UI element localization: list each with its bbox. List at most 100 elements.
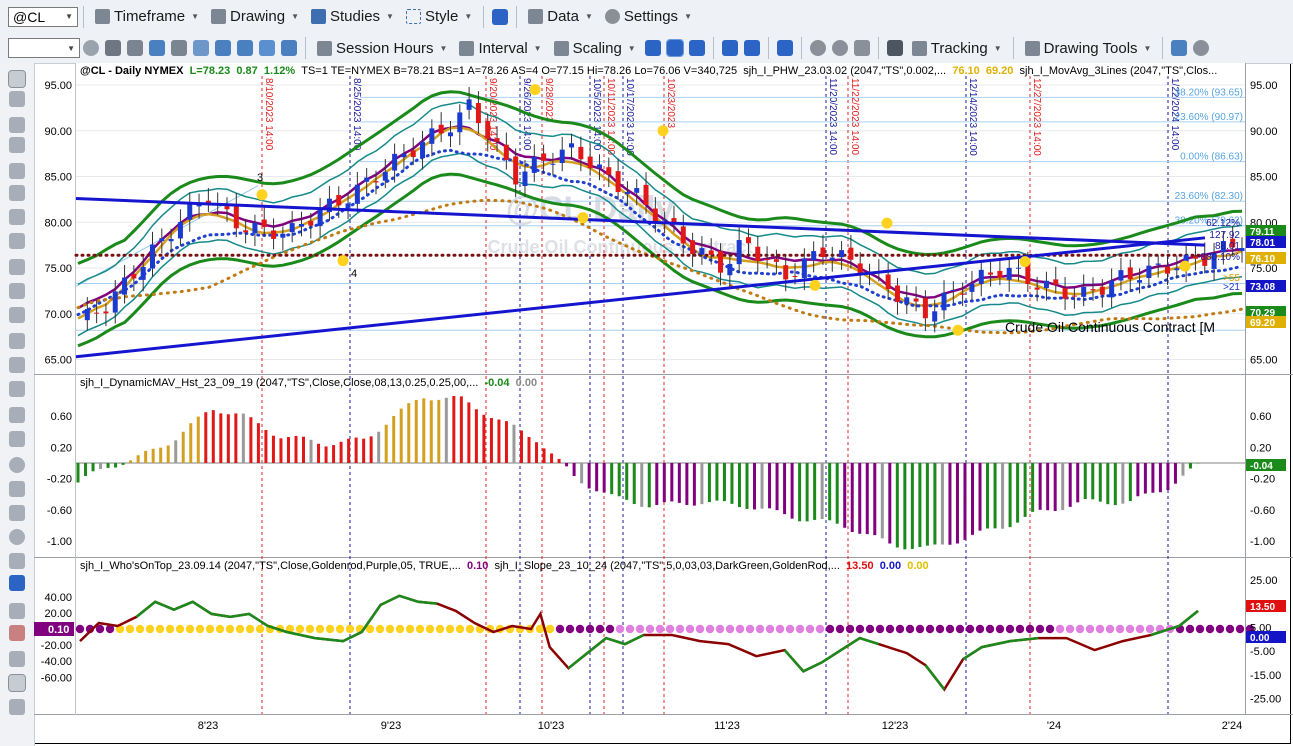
whosontop-dot bbox=[185, 624, 195, 634]
whosontop-dot bbox=[165, 624, 175, 634]
right-study-label: 127.92 bbox=[1209, 230, 1240, 241]
whosontop-dot bbox=[295, 624, 305, 634]
candle-body bbox=[317, 209, 323, 227]
slope-axis-label: -25.00 bbox=[1250, 694, 1281, 706]
whosontop-dot bbox=[1205, 624, 1215, 634]
whosontop-dot bbox=[205, 624, 215, 634]
whosontop-dot bbox=[1035, 624, 1045, 634]
wave-label: 4 bbox=[351, 268, 357, 280]
whosontop-dot bbox=[635, 624, 645, 634]
fib-level-label: 23.60% (82.30) bbox=[1175, 191, 1243, 202]
candle-body bbox=[475, 103, 481, 124]
marker-dot bbox=[256, 189, 268, 201]
study-movavg-label: sjh_I_MovAvg_3Lines (2047,"TS",Clos... bbox=[1019, 65, 1218, 77]
event-label: 10/5/2023 14:00 bbox=[591, 78, 602, 151]
whosontop-dot bbox=[685, 624, 695, 634]
whosontop-dot bbox=[795, 624, 805, 634]
candle-body bbox=[708, 250, 714, 255]
candle-body bbox=[140, 267, 146, 280]
whosontop-dot bbox=[1075, 624, 1085, 634]
price-axis-label: 65.00 bbox=[1250, 355, 1278, 367]
candle-body bbox=[615, 171, 621, 193]
candle-body bbox=[1062, 288, 1068, 299]
candle-body bbox=[839, 250, 845, 258]
whosontop-dot bbox=[335, 624, 345, 634]
price-axis-label-left: 75.00 bbox=[44, 263, 72, 275]
candle-body bbox=[596, 164, 602, 169]
price-study-header[interactable]: @CL - Daily NYMEX L=78.23 0.87 1.12% TS=… bbox=[80, 65, 1217, 77]
event-label: 8/10/2023 14:00 bbox=[263, 78, 274, 151]
whosontop-axis-label: 40.00 bbox=[44, 592, 72, 604]
candle-body bbox=[289, 223, 295, 233]
symbol-header: @CL - Daily NYMEX bbox=[80, 65, 184, 77]
time-axis-label: 11'23 bbox=[714, 720, 740, 732]
candle-body bbox=[177, 222, 183, 239]
candle-body bbox=[969, 283, 975, 292]
whosontop-dot bbox=[1215, 624, 1225, 634]
candle-body bbox=[522, 171, 528, 187]
candle-body bbox=[569, 143, 575, 148]
candle-body bbox=[941, 292, 947, 311]
whos-on-top-header[interactable]: sjh_I_Who'sOnTop_23.09.14 (2047,"TS",Clo… bbox=[80, 560, 929, 572]
oscillator-axis-label: -0.20 bbox=[1250, 474, 1275, 486]
study-phw-label: sjh_I_PHW_23.03.02 (2047,"TS",0.002,... bbox=[743, 65, 947, 77]
whosontop-dot bbox=[1235, 624, 1245, 634]
event-label: 11/20/2023 14:00 bbox=[827, 78, 838, 156]
whosontop-dot bbox=[1085, 624, 1095, 634]
candle-body bbox=[271, 230, 277, 239]
whosontop-dot bbox=[585, 624, 595, 634]
candle-body bbox=[718, 251, 724, 273]
candle-body bbox=[401, 153, 407, 158]
oscillator-axis-label-left: 0.60 bbox=[51, 411, 72, 423]
whosontop-dot bbox=[245, 624, 255, 634]
candle-body bbox=[84, 309, 90, 321]
candle-body bbox=[904, 297, 910, 304]
candle-body bbox=[354, 184, 360, 204]
candle-body bbox=[792, 276, 798, 278]
candle-body bbox=[559, 149, 565, 164]
price-axis-label-left: 95.00 bbox=[44, 80, 72, 92]
candle-body bbox=[1239, 247, 1245, 252]
candle-body bbox=[336, 195, 342, 206]
whos-on-top-pane[interactable] bbox=[75, 558, 1245, 715]
last-price: L=78.23 bbox=[189, 65, 231, 77]
candle-body bbox=[224, 206, 230, 210]
event-label: 10/11/2023 14:00 bbox=[605, 78, 616, 156]
whosontop-dot bbox=[705, 624, 715, 634]
candle-body bbox=[680, 226, 686, 244]
whosontop-axis-label: -60.00 bbox=[41, 672, 72, 684]
slope-axis-label: 25.00 bbox=[1250, 575, 1278, 587]
whosontop-dot bbox=[405, 624, 415, 634]
oscillator-axis-label: 0.60 bbox=[1250, 411, 1271, 423]
whosontop-dot bbox=[775, 624, 785, 634]
oscillator-header[interactable]: sjh_I_DynamicMAV_Hst_23_09_19 (2047,"TS"… bbox=[80, 377, 537, 389]
whosontop-axis-label: -40.00 bbox=[41, 656, 72, 668]
candle-body bbox=[643, 184, 649, 206]
candle-body bbox=[1090, 289, 1096, 291]
price-axis-label-left: 70.00 bbox=[44, 309, 72, 321]
event-label: 12/27/2023 14:00 bbox=[1031, 78, 1042, 156]
whosontop-dot bbox=[725, 624, 735, 634]
whosontop-dot bbox=[155, 624, 165, 634]
whosontop-dot bbox=[145, 624, 155, 634]
candle-body bbox=[820, 247, 826, 258]
candle-body bbox=[885, 274, 891, 290]
candle-body bbox=[233, 205, 239, 229]
slope-label: sjh_I_Slope_23_10_24 (2047,"TS",5,0,03,0… bbox=[494, 560, 840, 572]
whosontop-dot bbox=[235, 624, 245, 634]
whosontop-dot bbox=[965, 624, 975, 634]
candle-body bbox=[773, 259, 779, 262]
whosontop-dot bbox=[1055, 624, 1065, 634]
candle-body bbox=[364, 177, 370, 182]
chart-canvas[interactable]: 8/10/2023 14:00 8/25/2023 14:00 9/20/2023 … bbox=[0, 0, 1293, 746]
marker-dot bbox=[1179, 260, 1191, 272]
candle-body bbox=[112, 291, 118, 313]
whosontop-dot bbox=[1115, 624, 1125, 634]
quote-fields: TS=1 TE=NYMEX B=78.21 BS=1 A=78.26 AS=4 … bbox=[301, 65, 738, 77]
candle-body bbox=[932, 311, 938, 322]
whosontop-dot bbox=[225, 624, 235, 634]
candle-body bbox=[1155, 263, 1161, 265]
whosontop-dot bbox=[575, 624, 585, 634]
time-axis-label: 8'23 bbox=[198, 720, 218, 732]
candle-body bbox=[699, 248, 705, 255]
